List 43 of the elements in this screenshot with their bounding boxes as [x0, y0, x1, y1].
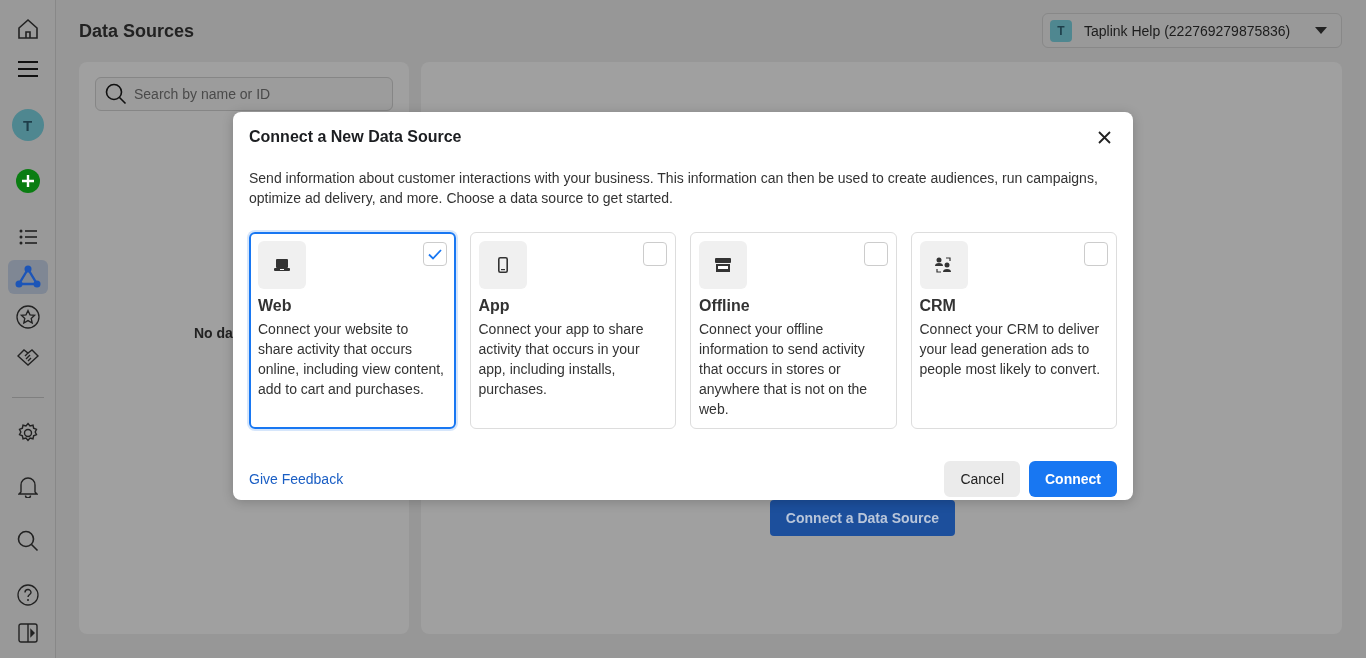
search-icon[interactable]	[16, 530, 39, 552]
dialog-description: Send information about customer interactions with your business. This information can then be used to create audiences, run campaigns, optimize ad delivery, and more. Choose a data source to get started.	[249, 169, 1099, 208]
feedback-link[interactable]: Give Feedback	[249, 471, 344, 487]
source-option-card[interactable]: CRM Connect your CRM to deliver your lead generation ads to people most likely to convert.	[910, 232, 1117, 429]
cancel-button[interactable]: Cancel	[944, 461, 1020, 497]
connect-data-source-button[interactable]: Connect a Data Source	[769, 500, 956, 536]
option-description: Connect your CRM to deliver your lead generation ads to people most likely to convert.	[919, 320, 1102, 379]
option-description: Connect your offline information to send activity that occurs in stores or anywhere that is not on the web.	[699, 320, 869, 419]
bell-icon[interactable]	[17, 476, 38, 498]
dialog-title: Connect a New Data Source	[249, 128, 462, 146]
option-title: Web	[258, 297, 293, 315]
source-option-card[interactable]: App Connect your app to share activity that occurs in your app, including installs, purchases.	[469, 232, 676, 429]
plus-icon[interactable]	[15, 169, 40, 193]
checkbox[interactable]	[1084, 242, 1108, 266]
checkbox[interactable]	[422, 242, 447, 266]
menu-icon[interactable]	[17, 61, 38, 77]
phone-icon	[497, 257, 508, 273]
people-sync-icon	[934, 257, 953, 273]
page-title: Data Sources	[79, 20, 195, 42]
home-icon[interactable]	[16, 18, 39, 40]
option-description: Connect your app to share activity that occurs in your app, including installs, purchases.	[478, 320, 645, 399]
source-option-card[interactable]: Web Connect your website to share activity that occurs online, including view content, add to cart and purchases.	[249, 232, 456, 429]
search-field[interactable]: Search by name or ID	[95, 77, 393, 111]
empty-message: No da	[194, 325, 233, 341]
panel-toggle-icon[interactable]	[17, 623, 38, 643]
settings-icon[interactable]	[16, 422, 39, 444]
handshake-icon[interactable]	[16, 348, 39, 366]
close-icon[interactable]	[1098, 130, 1111, 144]
store-icon	[715, 258, 731, 272]
account-selector[interactable]: T Taplink Help (222769279875836)	[1042, 13, 1342, 48]
help-icon[interactable]	[16, 584, 39, 606]
laptop-icon	[274, 259, 290, 271]
source-option-card[interactable]: Offline Connect your offline information to send activity that occurs in stores or anywhere that is not on the web.	[690, 232, 897, 429]
checkbox[interactable]	[863, 242, 888, 266]
connect-button[interactable]: Connect	[1029, 461, 1117, 497]
checkmark-icon	[427, 248, 442, 260]
option-description: Connect your website to share activity that occurs online, including view content, add to cart and purchases.	[258, 320, 445, 399]
list-icon[interactable]	[18, 229, 37, 245]
checkbox[interactable]	[643, 242, 667, 266]
option-title: Offline	[699, 297, 751, 315]
caret-icon	[1315, 27, 1327, 34]
option-title: App	[478, 297, 511, 315]
option-title: CRM	[919, 297, 957, 315]
